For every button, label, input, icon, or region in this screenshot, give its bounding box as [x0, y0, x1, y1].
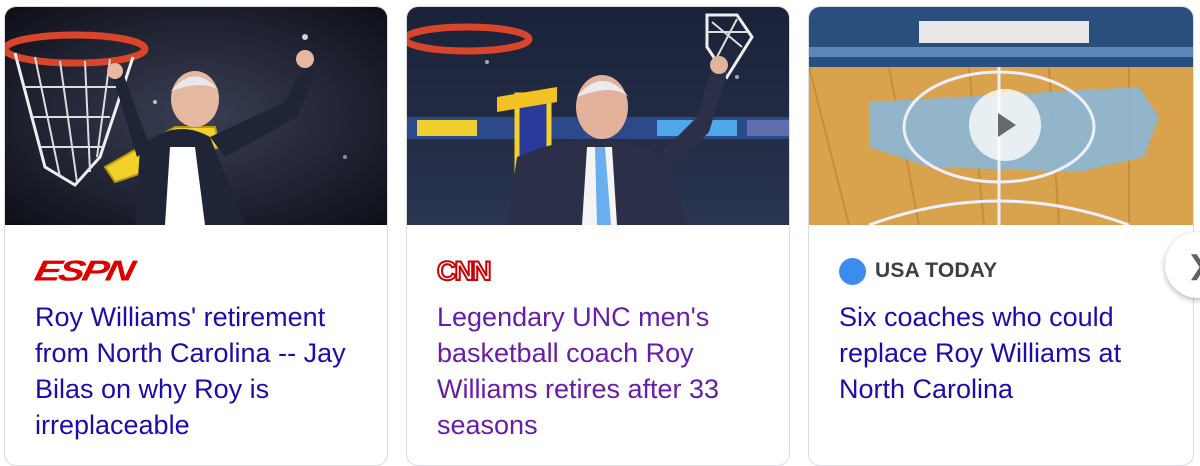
espn-logo: ESPN	[31, 254, 136, 287]
usa-today-dot-icon	[839, 257, 866, 285]
news-source-usa-today: USA TODAY	[839, 253, 997, 289]
news-card-usa-today[interactable]: USA TODAY Six coaches who could replace …	[808, 6, 1194, 466]
cnn-logo: CNN	[436, 255, 492, 287]
news-source-espn: ESPN	[32, 253, 136, 289]
news-thumbnail-coach-cutting-net[interactable]	[5, 7, 387, 225]
news-headline[interactable]: Roy Williams' retirement from North Caro…	[35, 299, 365, 443]
news-headline[interactable]: Six coaches who could replace Roy Willia…	[839, 299, 1169, 407]
news-card-cnn[interactable]: CNN Legendary UNC men's basketball coach…	[406, 6, 790, 466]
news-headline[interactable]: Legendary UNC men's basketball coach Roy…	[437, 299, 767, 443]
chevron-right-icon: ❯	[1187, 250, 1200, 281]
source-name: USA TODAY	[875, 259, 998, 282]
news-thumbnail-coach-holding-ladder[interactable]	[407, 7, 789, 225]
news-thumbnail-basketball-court-video[interactable]	[809, 7, 1193, 225]
play-icon	[998, 113, 1016, 137]
news-source-cnn: CNN	[436, 253, 492, 289]
play-video-button[interactable]	[969, 89, 1041, 161]
news-card-espn[interactable]: ESPN Roy Williams' retirement from North…	[4, 6, 388, 466]
